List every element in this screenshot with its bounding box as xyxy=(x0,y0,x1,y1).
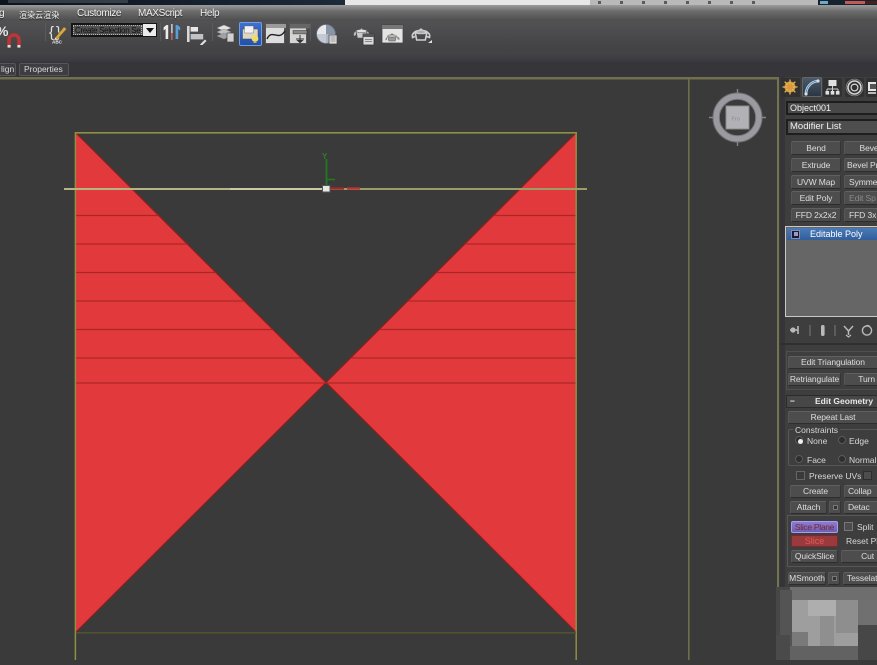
svg-text:Fro: Fro xyxy=(732,117,740,123)
svg-text:ABC: ABC xyxy=(52,40,63,45)
svg-text:Y: Y xyxy=(322,152,328,161)
svg-text:{: { xyxy=(49,24,54,41)
